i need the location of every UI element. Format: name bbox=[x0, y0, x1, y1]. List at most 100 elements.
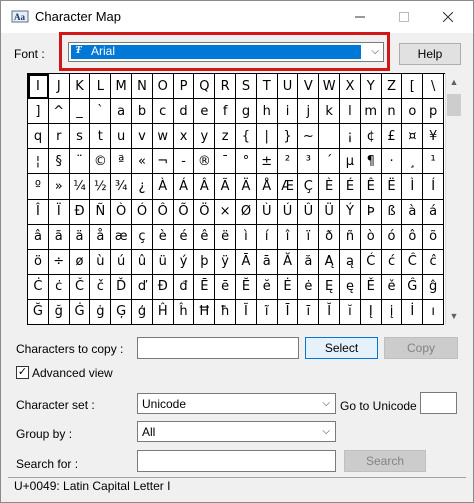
character-cell[interactable]: ª bbox=[111, 149, 133, 175]
character-cell[interactable]: P bbox=[173, 74, 195, 100]
character-cell[interactable]: k bbox=[319, 99, 341, 125]
character-cell[interactable]: © bbox=[90, 149, 112, 175]
character-cell[interactable]: v bbox=[132, 124, 153, 150]
character-cell[interactable]: Ī bbox=[277, 299, 299, 326]
character-cell[interactable]: _ bbox=[69, 99, 91, 125]
character-cell[interactable]: Ă bbox=[277, 249, 299, 275]
character-cell[interactable]: Ð bbox=[69, 199, 91, 225]
character-cell[interactable]: b bbox=[132, 99, 153, 125]
character-cell[interactable]: Ý bbox=[340, 199, 361, 225]
character-cell[interactable]: Đ bbox=[152, 274, 174, 300]
character-cell[interactable]: ĝ bbox=[423, 274, 445, 300]
select-button[interactable]: Select bbox=[305, 337, 378, 359]
chevron-down-icon[interactable]: ⌵ bbox=[322, 426, 330, 437]
character-cell[interactable]: ã bbox=[48, 224, 70, 250]
character-cell[interactable]: Ò bbox=[111, 199, 133, 225]
character-cell[interactable]: V bbox=[298, 74, 320, 100]
character-cell[interactable]: û bbox=[132, 249, 153, 275]
character-cell[interactable]: X bbox=[340, 74, 361, 100]
character-cell[interactable]: ģ bbox=[132, 299, 153, 326]
character-cell[interactable]: | bbox=[256, 124, 278, 150]
chevron-down-icon[interactable]: ⌵ bbox=[371, 46, 379, 57]
character-cell[interactable]: ĉ bbox=[423, 249, 445, 275]
character-cell[interactable]: Ø bbox=[236, 199, 257, 225]
character-cell[interactable]: ¾ bbox=[111, 174, 133, 200]
character-cell[interactable]: Y bbox=[360, 74, 382, 100]
character-cell[interactable]: o bbox=[402, 99, 424, 125]
character-cell[interactable]: ę bbox=[340, 274, 361, 300]
character-cell[interactable]: À bbox=[152, 174, 174, 200]
character-cell[interactable]: h bbox=[256, 99, 278, 125]
character-cell[interactable]: ¸ bbox=[402, 149, 424, 175]
character-cell[interactable]: } bbox=[277, 124, 299, 150]
character-cell[interactable]: Ä bbox=[236, 174, 257, 200]
character-cell[interactable]: e bbox=[194, 99, 216, 125]
character-cell[interactable]: Õ bbox=[173, 199, 195, 225]
character-cell[interactable]: ` bbox=[90, 99, 112, 125]
character-cell[interactable]: Þ bbox=[360, 199, 382, 225]
character-grid[interactable]: I J K L M N O P Q R S T U V W X Y Z[\] ^ _ ` a b c d e f g h i j k l m n o p… bbox=[27, 73, 445, 326]
character-cell[interactable]: Ĭ bbox=[319, 299, 341, 326]
character-cell[interactable]: ¼ bbox=[69, 174, 91, 200]
character-cell[interactable]: å bbox=[90, 224, 112, 250]
character-cell[interactable]: ú bbox=[111, 249, 133, 275]
character-cell[interactable]: ì bbox=[236, 224, 257, 250]
character-cell[interactable]: W bbox=[319, 74, 341, 100]
character-cell[interactable]: à bbox=[402, 199, 424, 225]
character-cell[interactable]: ^ bbox=[48, 99, 70, 125]
character-cell[interactable]: ± bbox=[256, 149, 278, 175]
character-cell[interactable]: ç bbox=[132, 224, 153, 250]
character-cell[interactable]: ´ bbox=[319, 149, 341, 175]
character-cell[interactable]: Ê bbox=[360, 174, 382, 200]
character-cell[interactable]: ĩ bbox=[256, 299, 278, 326]
character-cell[interactable]: Q bbox=[194, 74, 216, 100]
character-cell[interactable]: ê bbox=[194, 224, 216, 250]
character-cell[interactable]: c bbox=[152, 99, 174, 125]
character-cell[interactable]: r bbox=[48, 124, 70, 150]
character-cell[interactable]: ħ bbox=[215, 299, 237, 326]
character-cell[interactable]: Ą bbox=[319, 249, 341, 275]
character-cell[interactable]: Ù bbox=[256, 199, 278, 225]
character-cell[interactable]: º bbox=[28, 174, 49, 200]
character-cell[interactable]: ī bbox=[298, 299, 320, 326]
character-cell[interactable]: Ĩ bbox=[236, 299, 257, 326]
character-cell[interactable]: é bbox=[173, 224, 195, 250]
character-cell[interactable]: Ñ bbox=[90, 199, 112, 225]
character-cell[interactable]: ¦ bbox=[28, 149, 49, 175]
character-cell[interactable]: Ú bbox=[277, 199, 299, 225]
character-cell[interactable]: þ bbox=[194, 249, 216, 275]
character-cell[interactable]: ý bbox=[173, 249, 195, 275]
character-cell[interactable]: g bbox=[236, 99, 257, 125]
character-cell[interactable]: Z bbox=[381, 74, 403, 100]
character-cell[interactable]: S bbox=[236, 74, 257, 100]
character-cell[interactable]: Æ bbox=[277, 174, 299, 200]
character-cell[interactable]: I bbox=[28, 74, 49, 100]
character-cell[interactable]: Ë bbox=[381, 174, 403, 200]
scroll-down-arrow-icon[interactable]: ▼ bbox=[445, 307, 463, 325]
character-cell[interactable]: t bbox=[90, 124, 112, 150]
character-cell[interactable]: Ę bbox=[319, 274, 341, 300]
character-cell[interactable]: £ bbox=[381, 124, 403, 150]
character-cell[interactable]: Ö bbox=[194, 199, 216, 225]
character-cell[interactable]: ÷ bbox=[48, 249, 70, 275]
character-cell[interactable]: ] bbox=[28, 99, 49, 125]
character-cell[interactable]: N bbox=[132, 74, 153, 100]
character-cell[interactable]: [ bbox=[402, 74, 424, 100]
character-cell[interactable]: Ď bbox=[111, 274, 133, 300]
character-cell[interactable]: « bbox=[132, 149, 153, 175]
character-cell[interactable]: ¡ bbox=[340, 124, 361, 150]
character-cell[interactable]: y bbox=[194, 124, 216, 150]
character-cell[interactable]: Ü bbox=[319, 199, 341, 225]
character-cell[interactable]: Ģ bbox=[111, 299, 133, 326]
character-cell[interactable]: ³ bbox=[298, 149, 320, 175]
character-cell[interactable]: { bbox=[236, 124, 257, 150]
character-cell[interactable]: ē bbox=[215, 274, 237, 300]
character-cell[interactable]: ą bbox=[340, 249, 361, 275]
character-cell[interactable]: Į bbox=[360, 299, 382, 326]
close-button[interactable] bbox=[426, 0, 470, 33]
character-cell[interactable]: µ bbox=[340, 149, 361, 175]
character-cell[interactable]: a bbox=[111, 99, 133, 125]
character-cell[interactable]: ĕ bbox=[256, 274, 278, 300]
go-to-unicode-input[interactable] bbox=[420, 392, 457, 414]
character-cell[interactable]: Č bbox=[69, 274, 91, 300]
